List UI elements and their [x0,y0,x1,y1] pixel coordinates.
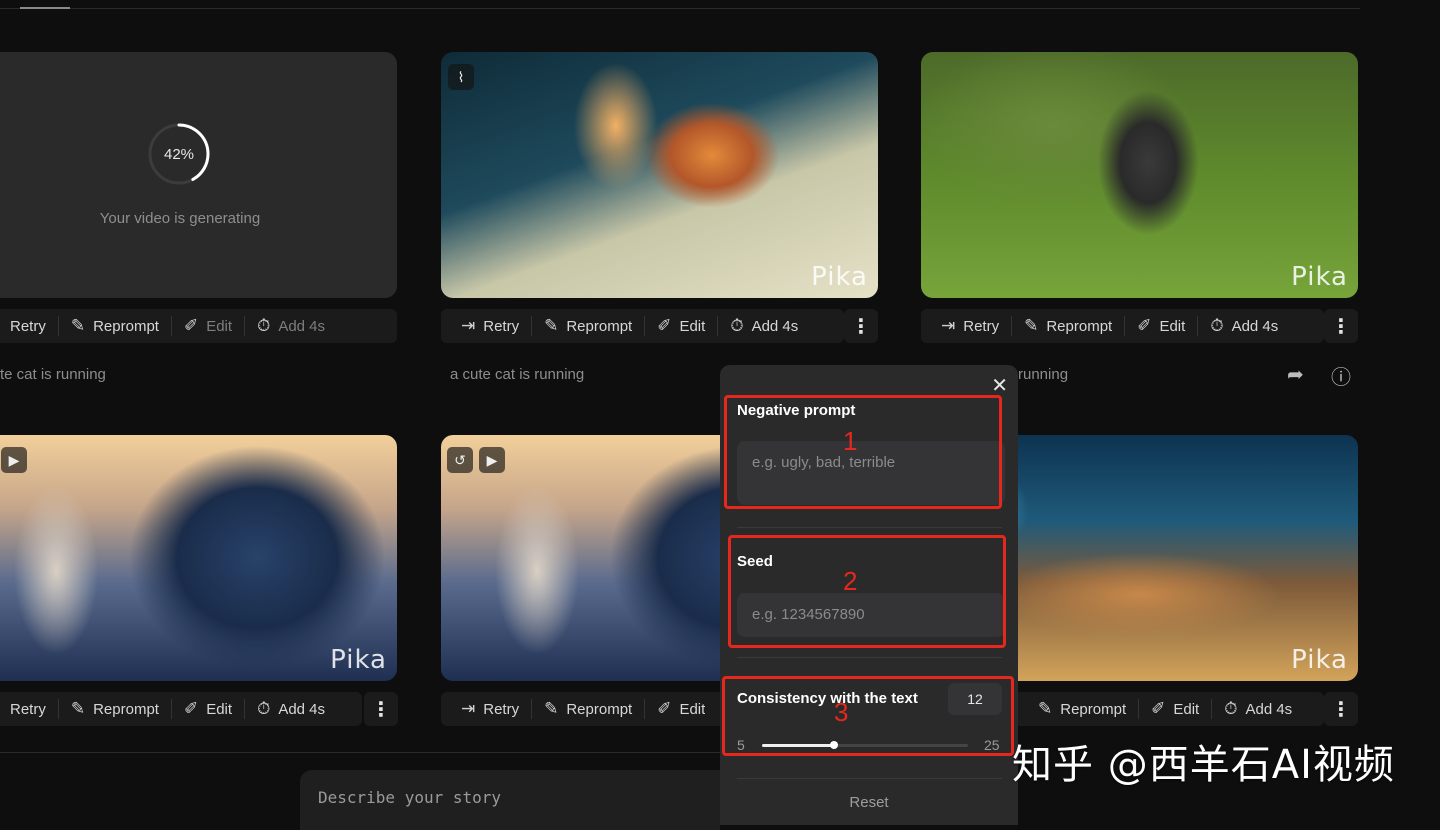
retry-clock-icon: ↺ [447,447,473,473]
more-options-button[interactable]: ⋮ [1324,692,1358,726]
edit-button[interactable]: ✐ Edit [1125,309,1197,343]
reprompt-button[interactable]: ✎ Reprompt [59,309,171,343]
section-divider [737,527,1002,528]
annotation-number-1: 1 [843,426,858,456]
retry-button[interactable]: ⇥ Retry [449,309,531,343]
retry-button[interactable]: Retry [0,692,58,726]
brush-icon: ✐ [657,316,672,335]
share-icon[interactable]: ➦ [1287,362,1304,387]
add-time-button[interactable]: ⏱ Add 4s [245,309,337,343]
prompt-caption: a cute cat is running [450,366,585,383]
timer-icon: ⏱ [257,699,271,718]
annotation-number-3: 3 [834,697,849,727]
generating-status: Your video is generating [99,210,261,227]
info-icon[interactable]: ⓘ [1331,361,1351,390]
edit-button[interactable]: ✐ Edit [172,309,244,343]
top-tabs-divider [0,7,1360,9]
reprompt-button[interactable]: ✎ Reprompt [1026,692,1138,726]
progress-percent: 42% [163,146,195,163]
brush-icon: ✐ [183,316,199,335]
add-time-button[interactable]: ⏱ Add 4s [718,309,810,343]
prompt-caption: te cat is running [0,366,106,383]
pencil-icon: ✎ [544,699,559,718]
brush-icon: ✐ [1137,316,1152,335]
annotation-box-3 [722,676,1014,756]
add-time-button[interactable]: ⏱ Add 4s [1198,309,1290,343]
more-options-button[interactable]: ⋮ [844,309,878,343]
timer-icon: ⏱ [257,316,271,335]
pika-watermark: Pika [1291,645,1348,675]
play-icon: ▶ [479,447,505,473]
bottom-divider [0,752,720,753]
edit-button[interactable]: ✐ Edit [1139,692,1211,726]
card-toolbar-5: ⇥ Retry ✎ Reprompt ✐ Edit [441,692,720,726]
section-divider [737,778,1002,779]
pika-watermark: Pika [1291,262,1348,292]
prompt-caption: running [1018,366,1069,383]
annotation-number-2: 2 [843,566,858,596]
card-toolbar-1: Retry ✎ Reprompt ✐ Edit ⏱ Add 4s [0,309,397,343]
zhihu-watermark: 知乎 @西羊石AI视频 [1012,742,1395,788]
edit-button[interactable]: ✐ Edit [645,309,717,343]
pencil-icon: ✎ [70,699,86,718]
edit-button[interactable]: ✐ Edit [172,692,244,726]
card-toolbar-3: ⇥ Retry ✎ Reprompt ✐ Edit ⏱ Add 4s [921,309,1324,343]
retry-icon: ⇥ [461,316,476,335]
reprompt-button[interactable]: ✎ Reprompt [1012,309,1124,343]
pencil-icon: ✎ [1024,316,1039,335]
card-toolbar-6: ✎ Reprompt ✐ Edit ⏱ Add 4s [1018,692,1324,726]
retry-button[interactable]: ⇥ Retry [449,692,531,726]
card-toolbar-2: ⇥ Retry ✎ Reprompt ✐ Edit ⏱ Add 4s [441,309,844,343]
pika-watermark: Pika [330,645,387,675]
add-time-button[interactable]: ⏱ Add 4s [245,692,337,726]
video-card-cat-grey[interactable]: Pika [921,52,1358,298]
brush-icon: ✐ [1151,699,1166,718]
annotation-box-1 [724,395,1002,509]
card-toolbar-4: Retry ✎ Reprompt ✐ Edit ⏱ Add 4s [0,692,362,726]
play-icon: ▶ [1,447,27,473]
annotation-box-2 [728,535,1006,648]
pika-watermark: Pika [811,262,868,292]
story-input[interactable]: Describe your story [300,770,720,830]
timer-icon: ⏱ [1210,316,1224,335]
video-card-town[interactable]: ▶ Pika [0,435,397,681]
reset-button[interactable]: Reset [720,794,1018,811]
brush-icon: ✐ [183,699,199,718]
reprompt-button[interactable]: ✎ Reprompt [532,692,644,726]
pencil-icon: ✎ [70,316,86,335]
pencil-icon: ✎ [1038,699,1053,718]
brush-icon: ✐ [657,699,672,718]
audio-wave-icon: ⌇ [448,64,474,90]
retry-icon: ⇥ [461,699,476,718]
reprompt-button[interactable]: ✎ Reprompt [59,692,171,726]
pencil-icon: ✎ [544,316,559,335]
timer-icon: ⏱ [730,316,744,335]
retry-button[interactable]: ⇥ Retry [929,309,1011,343]
edit-button[interactable]: ✐ Edit [645,692,705,726]
retry-icon: ⇥ [941,316,956,335]
retry-button[interactable]: Retry [0,309,58,343]
video-card-cat-orange[interactable]: ⌇ Pika [441,52,878,298]
more-options-button[interactable]: ⋮ [364,692,398,726]
add-time-button[interactable]: ⏱ Add 4s [1212,692,1304,726]
section-divider [737,657,1002,658]
reprompt-button[interactable]: ✎ Reprompt [532,309,644,343]
more-options-button[interactable]: ⋮ [1324,309,1358,343]
active-tab-indicator [20,7,70,9]
timer-icon: ⏱ [1224,699,1238,718]
